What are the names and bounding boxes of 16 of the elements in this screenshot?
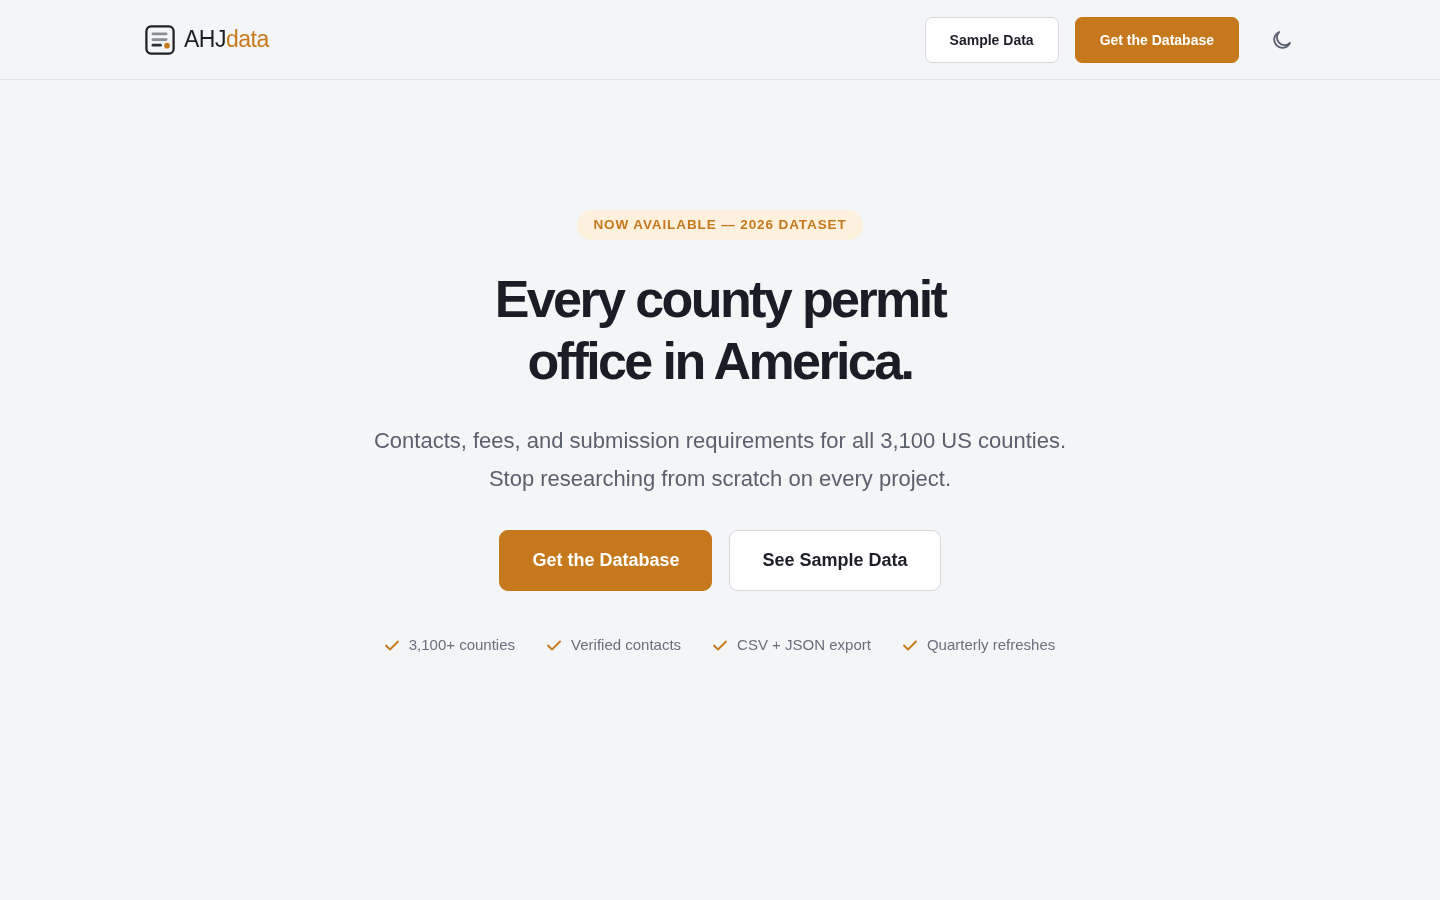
feature-label: Verified contacts: [571, 635, 682, 655]
moon-icon[interactable]: [1273, 30, 1291, 49]
see-sample-data-button[interactable]: See Sample Data: [729, 530, 941, 591]
feature-label: Quarterly refreshes: [926, 635, 1056, 655]
hero-headline: Every county permit office in America.: [494, 269, 946, 392]
check-icon: [902, 639, 917, 651]
logo-icon: [145, 24, 175, 55]
feature-label: 3,100+ counties: [408, 635, 516, 655]
check-icon: [713, 639, 728, 651]
check-icon: [384, 639, 399, 651]
feature-label: CSV + JSON export: [737, 635, 871, 655]
announcement-badge: NOW AVAILABLE — 2026 DATASET: [577, 210, 863, 240]
brand-wordmark[interactable]: AHJdata: [184, 28, 269, 51]
check-icon: [547, 639, 562, 651]
hero-subtitle: Contacts, fees, and submission requirements for all 3,100 US counties. Stop researching from scratch on every project.: [373, 427, 1067, 493]
sample-data-button[interactable]: Sample Data: [924, 16, 1059, 63]
